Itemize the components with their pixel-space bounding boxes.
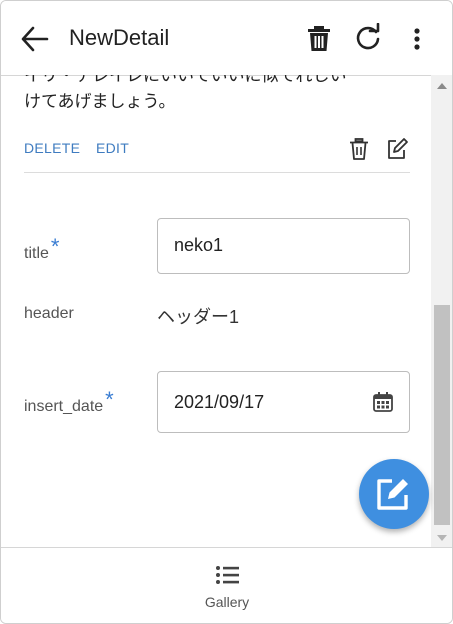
trash-outline-icon[interactable] (346, 136, 372, 162)
scrollbar-thumb[interactable] (434, 305, 450, 525)
edit-outline-icon[interactable] (384, 136, 410, 162)
edit-icon (377, 479, 408, 510)
calendar-icon[interactable] (372, 391, 394, 418)
scrollbar[interactable] (431, 75, 452, 547)
description-text: イリ・テレイレにいいていいに似てれしい けてあげましょう。 (24, 75, 347, 111)
list-icon (216, 566, 239, 584)
title-input-value: neko1 (174, 235, 224, 255)
insert-date-label: insert_date* (24, 387, 114, 415)
required-asterisk: * (50, 234, 60, 259)
edit-link[interactable]: EDIT (96, 140, 129, 156)
more-vert-icon[interactable] (403, 23, 423, 53)
nav-item-gallery[interactable]: Gallery (191, 548, 263, 623)
insert-date-input[interactable]: 2021/09/17 (157, 371, 410, 433)
delete-link[interactable]: DELETE (24, 140, 80, 156)
back-arrow-icon[interactable] (19, 25, 51, 53)
title-input[interactable]: neko1 (157, 218, 410, 274)
action-row: DELETE EDIT (24, 138, 410, 173)
scroll-down-arrow-icon[interactable] (437, 535, 447, 541)
app-window: NewDetail イリ・テレイレにいいていいに似てれしい けてあげましょう。 … (0, 0, 453, 624)
title-label: title* (24, 234, 60, 262)
refresh-icon[interactable] (353, 22, 383, 53)
app-bar: NewDetail (1, 1, 452, 76)
header-value: ヘッダー1 (157, 307, 240, 327)
required-asterisk: * (105, 387, 114, 412)
trash-icon[interactable] (304, 23, 334, 53)
header-label: header (24, 305, 74, 322)
page-title: NewDetail (69, 25, 170, 50)
insert-date-value: 2021/09/17 (174, 392, 265, 412)
nav-item-label: Gallery (204, 594, 250, 610)
scroll-up-arrow-icon[interactable] (437, 83, 447, 89)
bottom-navigation: Gallery (1, 547, 452, 623)
edit-fab-button[interactable] (359, 459, 429, 529)
